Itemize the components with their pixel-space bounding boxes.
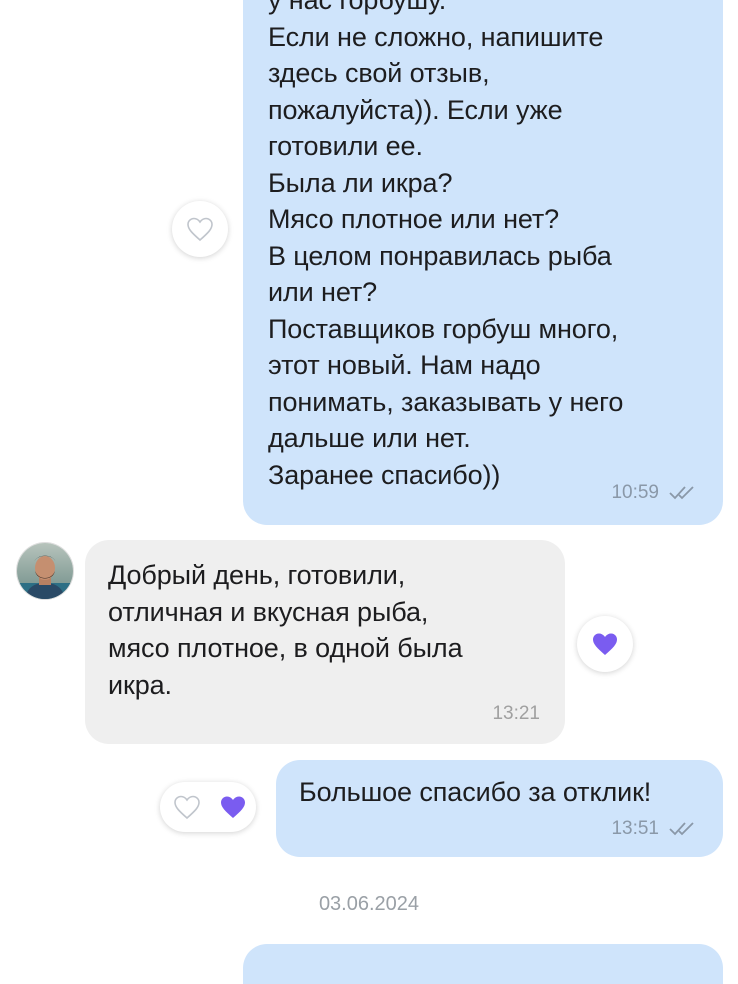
message-bubble-outgoing[interactable]: Большое спасибо за отклик! 13:51 [276,760,723,857]
heart-outline-icon [174,795,200,820]
message-text: у нас горбушу. Если не сложно, напишите … [268,0,624,490]
heart-filled-icon [593,633,617,655]
message-time: 10:59 [611,482,659,503]
avatar-image [17,543,73,599]
date-separator: 03.06.2024 [318,893,420,915]
heart-filled-icon [221,796,245,818]
double-check-icon [669,486,694,500]
like-button[interactable] [172,201,228,257]
reaction-heart[interactable] [208,782,258,832]
reaction-button[interactable] [577,616,633,672]
message-time: 13:51 [611,818,659,839]
message-meta: 13:21 [492,703,540,725]
message-text: Большое спасибо за отклик! [299,777,652,807]
reaction-pill[interactable] [160,782,256,832]
message-text: Добрый день, готовили, отличная и вкусна… [108,560,463,700]
message-time: 13:21 [492,703,540,724]
message-meta: 10:59 [611,482,699,504]
heart-outline-icon [187,217,213,242]
double-check-icon [669,822,694,836]
message-bubble-outgoing[interactable]: у нас горбушу. Если не сложно, напишите … [243,0,723,525]
avatar[interactable] [17,543,73,599]
message-meta: 13:51 [611,818,699,840]
message-bubble-incoming[interactable]: Добрый день, готовили, отличная и вкусна… [85,540,565,744]
message-bubble-outgoing-partial[interactable] [243,944,723,984]
like-button[interactable] [162,782,212,832]
